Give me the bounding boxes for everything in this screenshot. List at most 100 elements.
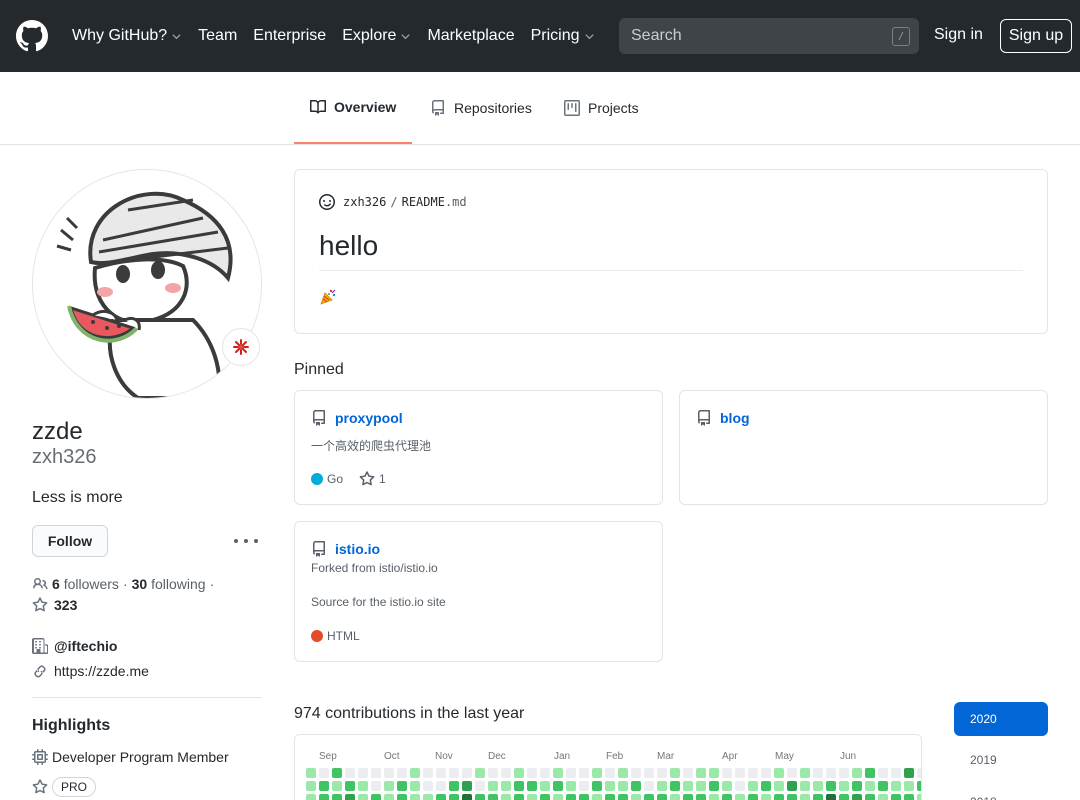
contribution-day[interactable] — [813, 768, 823, 778]
contribution-day[interactable] — [761, 781, 771, 791]
contribution-day[interactable] — [384, 768, 394, 778]
pinned-repo-link[interactable]: proxypool — [311, 410, 403, 426]
contribution-day[interactable] — [774, 768, 784, 778]
contribution-day[interactable] — [397, 781, 407, 791]
contribution-day[interactable] — [865, 768, 875, 778]
contribution-day[interactable] — [696, 768, 706, 778]
contribution-day[interactable] — [787, 781, 797, 791]
contribution-day[interactable] — [800, 781, 810, 791]
contribution-day[interactable] — [917, 781, 921, 791]
more-options-kebab-icon[interactable] — [234, 531, 258, 551]
contribution-day[interactable] — [449, 794, 459, 800]
contribution-day[interactable] — [787, 768, 797, 778]
followers-link[interactable]: 6 followers — [52, 576, 119, 592]
contribution-day[interactable] — [527, 794, 537, 800]
contribution-day[interactable] — [631, 768, 641, 778]
contribution-day[interactable] — [423, 768, 433, 778]
readme-owner[interactable]: zxh326 — [343, 195, 386, 209]
contribution-day[interactable] — [306, 768, 316, 778]
tab-overview[interactable]: Overview — [294, 72, 413, 144]
sign-up-button[interactable]: Sign up — [1000, 19, 1072, 53]
contribution-day[interactable] — [917, 794, 921, 800]
contribution-day[interactable] — [878, 781, 888, 791]
contribution-day[interactable] — [527, 768, 537, 778]
nav-item-why-github[interactable]: Why GitHub? — [72, 27, 182, 45]
contribution-day[interactable] — [449, 768, 459, 778]
contribution-day[interactable] — [644, 781, 654, 791]
contribution-day[interactable] — [722, 768, 732, 778]
contribution-day[interactable] — [709, 781, 719, 791]
contribution-day[interactable] — [696, 781, 706, 791]
contribution-day[interactable] — [579, 794, 589, 800]
contribution-day[interactable] — [631, 794, 641, 800]
contribution-day[interactable] — [540, 794, 550, 800]
contribution-day[interactable] — [514, 768, 524, 778]
contribution-day[interactable] — [839, 794, 849, 800]
contribution-day[interactable] — [761, 768, 771, 778]
contribution-day[interactable] — [904, 794, 914, 800]
pinned-repo-link[interactable]: blog — [696, 410, 750, 426]
search-input[interactable]: Search / — [619, 18, 919, 54]
contribution-day[interactable] — [852, 781, 862, 791]
nav-item-marketplace[interactable]: Marketplace — [427, 27, 514, 45]
contribution-day[interactable] — [462, 781, 472, 791]
contribution-day[interactable] — [566, 768, 576, 778]
contribution-day[interactable] — [852, 768, 862, 778]
contribution-day[interactable] — [397, 794, 407, 800]
contribution-day[interactable] — [319, 768, 329, 778]
contribution-day[interactable] — [657, 768, 667, 778]
contribution-day[interactable] — [774, 781, 784, 791]
contribution-day[interactable] — [475, 768, 485, 778]
contribution-day[interactable] — [605, 768, 615, 778]
nav-item-team[interactable]: Team — [198, 27, 237, 45]
contribution-day[interactable] — [540, 781, 550, 791]
contribution-day[interactable] — [670, 781, 680, 791]
contribution-day[interactable] — [618, 794, 628, 800]
contribution-day[interactable] — [488, 794, 498, 800]
contribution-day[interactable] — [878, 794, 888, 800]
contribution-day[interactable] — [826, 781, 836, 791]
contribution-day[interactable] — [410, 768, 420, 778]
contribution-day[interactable] — [514, 781, 524, 791]
contribution-day[interactable] — [774, 794, 784, 800]
following-link[interactable]: 30 following — [132, 576, 206, 592]
nav-item-explore[interactable]: Explore — [342, 27, 411, 45]
contribution-day[interactable] — [657, 781, 667, 791]
contribution-day[interactable] — [475, 781, 485, 791]
contribution-day[interactable] — [605, 794, 615, 800]
contribution-day[interactable] — [501, 781, 511, 791]
contribution-day[interactable] — [722, 794, 732, 800]
contribution-day[interactable] — [748, 768, 758, 778]
contribution-day[interactable] — [592, 781, 602, 791]
contribution-day[interactable] — [423, 794, 433, 800]
contribution-day[interactable] — [813, 781, 823, 791]
contribution-day[interactable] — [527, 781, 537, 791]
pinned-repo-stars[interactable]: 1 — [359, 471, 386, 487]
contribution-day[interactable] — [605, 781, 615, 791]
stars-link[interactable]: 323 — [32, 597, 77, 613]
nav-item-enterprise[interactable]: Enterprise — [253, 27, 326, 45]
contribution-day[interactable] — [410, 794, 420, 800]
contribution-day[interactable] — [358, 781, 368, 791]
contribution-day[interactable] — [709, 768, 719, 778]
contribution-day[interactable] — [501, 794, 511, 800]
contribution-day[interactable] — [904, 768, 914, 778]
contribution-day[interactable] — [384, 781, 394, 791]
contribution-day[interactable] — [514, 794, 524, 800]
contribution-day[interactable] — [683, 794, 693, 800]
tab-projects[interactable]: Projects — [564, 72, 639, 144]
contribution-day[interactable] — [735, 794, 745, 800]
contribution-day[interactable] — [488, 781, 498, 791]
contribution-day[interactable] — [579, 768, 589, 778]
contribution-day[interactable] — [371, 794, 381, 800]
contribution-day[interactable] — [631, 781, 641, 791]
contribution-day[interactable] — [358, 768, 368, 778]
contribution-day[interactable] — [553, 794, 563, 800]
contribution-day[interactable] — [462, 794, 472, 800]
contribution-day[interactable] — [488, 768, 498, 778]
contribution-day[interactable] — [345, 794, 355, 800]
tab-repositories[interactable]: Repositories — [430, 72, 532, 144]
contribution-day[interactable] — [566, 794, 576, 800]
contribution-day[interactable] — [839, 768, 849, 778]
contribution-day[interactable] — [592, 768, 602, 778]
